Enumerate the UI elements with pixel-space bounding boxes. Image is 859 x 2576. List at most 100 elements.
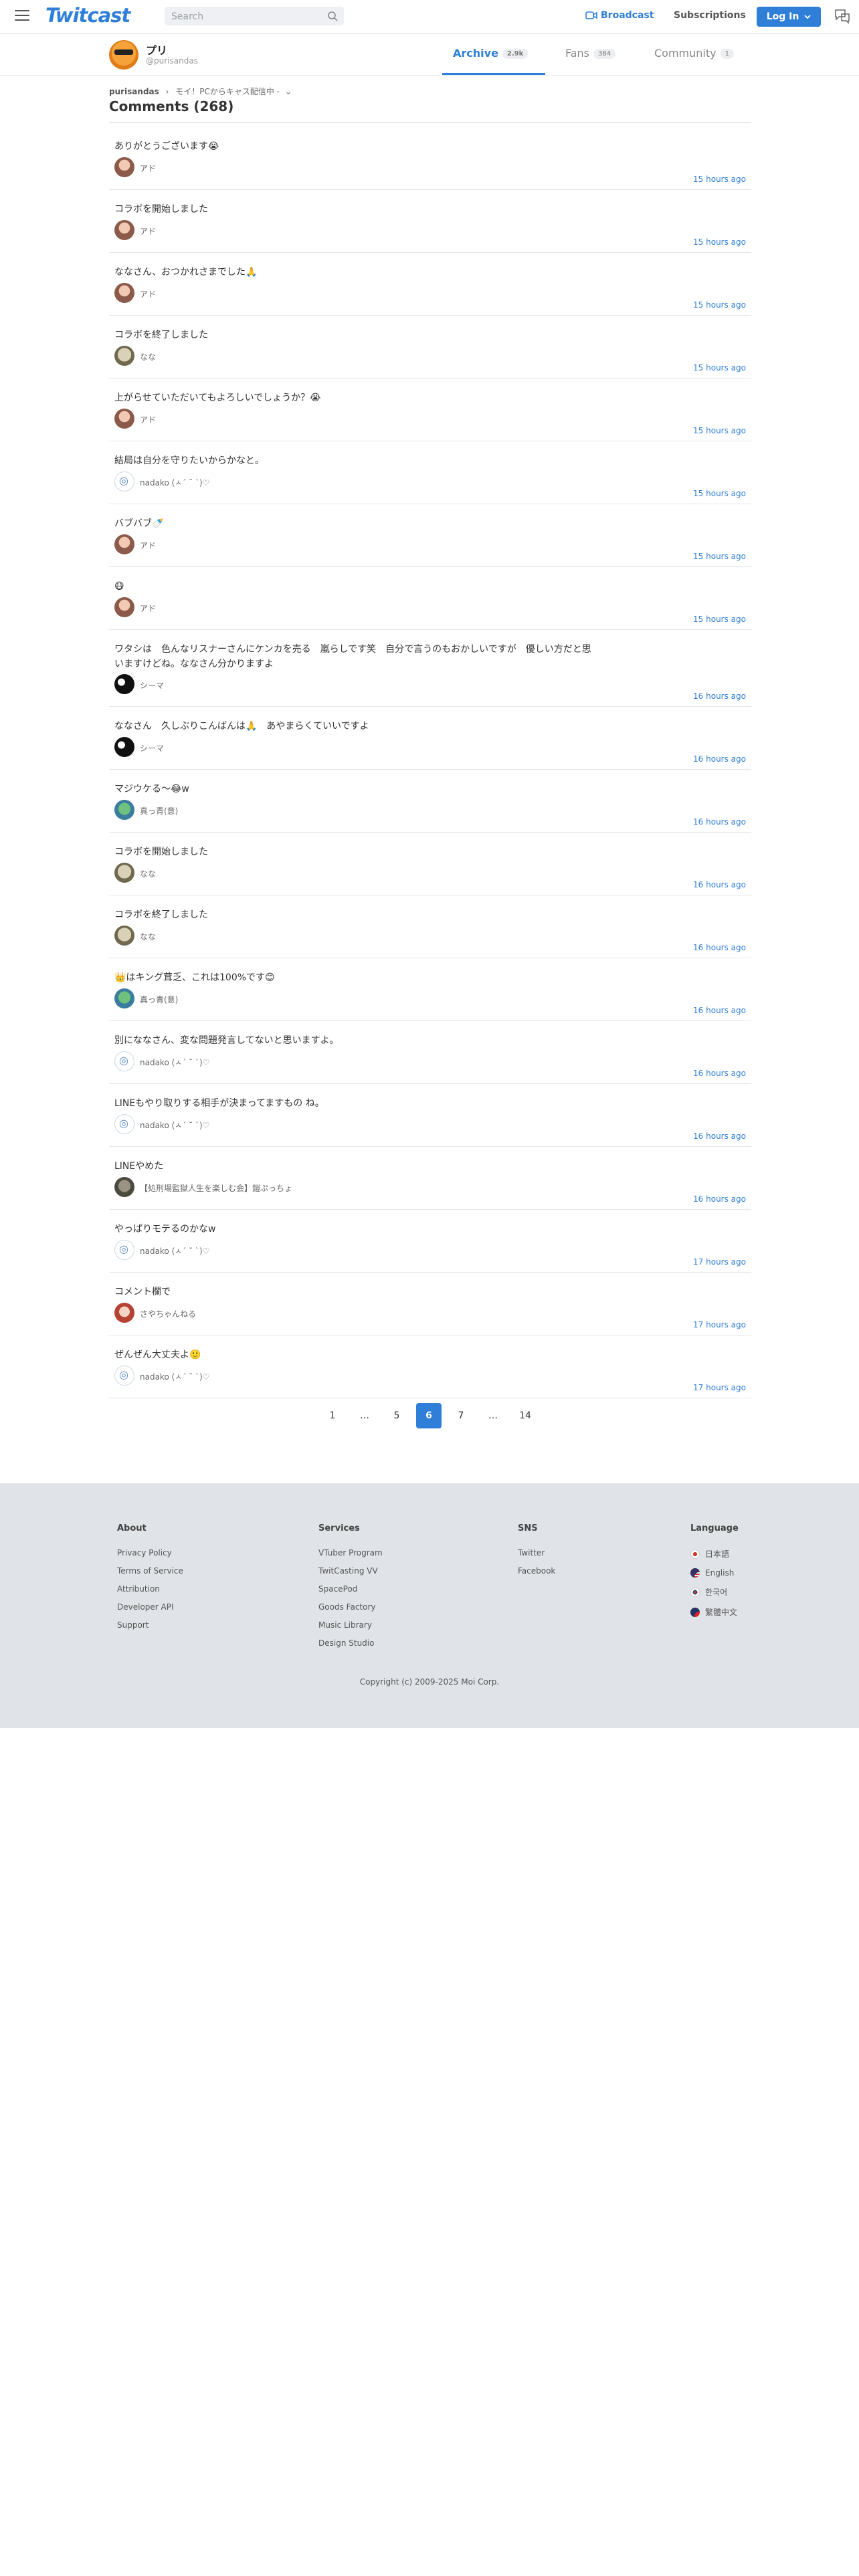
commenter-avatar[interactable] [114, 926, 134, 946]
commenter-avatar[interactable] [114, 1303, 134, 1323]
footer-link-twitter[interactable]: Twitter [518, 1548, 555, 1558]
commenter-name[interactable]: nadako (ㅅ´ ˘ `)♡ [140, 1119, 209, 1131]
language-japanese[interactable]: 日本語 [690, 1548, 739, 1560]
search-icon[interactable] [327, 11, 338, 21]
commenter-name[interactable]: アド [140, 540, 156, 551]
commenter-name[interactable]: アド [140, 225, 156, 237]
comment-item: マジウケる〜😂w 真っ青(意) 16 hours ago [109, 770, 751, 833]
commenter-avatar[interactable] [114, 471, 134, 492]
commenter-name[interactable]: 真っ青(意) [140, 994, 178, 1005]
page-button[interactable]: 14 [512, 1403, 538, 1428]
commenter-avatar[interactable] [114, 1177, 134, 1197]
footer-link-facebook[interactable]: Facebook [518, 1566, 555, 1576]
user-avatar[interactable] [109, 40, 138, 70]
commenter-avatar[interactable] [114, 283, 134, 303]
commenter-avatar[interactable] [114, 346, 134, 366]
chevron-down-icon[interactable]: ⌄ [285, 87, 292, 96]
page-button[interactable]: 1 [320, 1403, 345, 1428]
commenter-avatar[interactable] [114, 534, 134, 554]
footer-link-spacepod[interactable]: SpacePod [318, 1584, 383, 1594]
site-logo[interactable]: Twitcast [45, 4, 130, 27]
footer-link-music[interactable]: Music Library [318, 1620, 383, 1630]
help-chat-icon[interactable] [834, 8, 851, 24]
footer-link-vtuber[interactable]: VTuber Program [318, 1548, 383, 1558]
comment-timestamp[interactable]: 16 hours ago [693, 754, 746, 764]
commenter-avatar[interactable] [114, 157, 134, 177]
comment-timestamp[interactable]: 16 hours ago [693, 691, 746, 701]
comment-timestamp[interactable]: 15 hours ago [693, 363, 746, 372]
commenter-avatar[interactable] [114, 409, 134, 429]
commenter-name[interactable]: nadako (ㅅ´ ˘ `)♡ [140, 1245, 209, 1257]
comment-timestamp[interactable]: 15 hours ago [693, 489, 746, 498]
commenter-avatar[interactable] [114, 737, 134, 757]
comment-timestamp[interactable]: 17 hours ago [693, 1320, 746, 1329]
commenter-name[interactable]: シーマ [140, 742, 164, 754]
user-name[interactable]: プリ [146, 41, 167, 58]
commenter-avatar[interactable] [114, 1114, 134, 1134]
comment-timestamp[interactable]: 15 hours ago [693, 300, 746, 310]
comment-timestamp[interactable]: 16 hours ago [693, 1069, 746, 1078]
commenter-name[interactable]: なな [140, 351, 156, 362]
tab-fans[interactable]: Fans 384 [565, 47, 616, 60]
commenter-name[interactable]: シーマ [140, 679, 164, 691]
footer-link-attribution[interactable]: Attribution [117, 1584, 183, 1594]
footer-link-support[interactable]: Support [117, 1620, 183, 1630]
footer-link-goods[interactable]: Goods Factory [318, 1602, 383, 1612]
breadcrumb-user[interactable]: purisandas [109, 87, 159, 96]
commenter-name[interactable]: 真っ青(意) [140, 805, 178, 817]
comment-timestamp[interactable]: 15 hours ago [693, 552, 746, 561]
commenter-name[interactable]: アド [140, 288, 156, 300]
comment-timestamp[interactable]: 15 hours ago [693, 175, 746, 184]
commenter-avatar[interactable] [114, 863, 134, 883]
footer-link-terms[interactable]: Terms of Service [117, 1566, 183, 1576]
commenter-avatar[interactable] [114, 1051, 134, 1071]
commenter-avatar[interactable] [114, 1366, 134, 1386]
comment-timestamp[interactable]: 16 hours ago [693, 1006, 746, 1015]
commenter-avatar[interactable] [114, 674, 134, 694]
comment-timestamp[interactable]: 16 hours ago [693, 1132, 746, 1141]
login-button[interactable]: Log In [757, 7, 821, 27]
comment-timestamp[interactable]: 16 hours ago [693, 817, 746, 827]
commenter-avatar[interactable] [114, 800, 134, 820]
footer-link-api[interactable]: Developer API [117, 1602, 183, 1612]
tab-community[interactable]: Community 1 [654, 47, 734, 60]
comment-timestamp[interactable]: 16 hours ago [693, 1194, 746, 1204]
comment-timestamp[interactable]: 15 hours ago [693, 615, 746, 624]
commenter-avatar[interactable] [114, 597, 134, 617]
subscriptions-link[interactable]: Subscriptions [674, 10, 746, 21]
commenter-name[interactable]: なな [140, 868, 156, 879]
commenter-avatar[interactable] [114, 1240, 134, 1260]
footer-link-vv[interactable]: TwitCasting VV [318, 1566, 383, 1576]
commenter-name[interactable]: さやちゃんねる [140, 1308, 196, 1319]
commenter-avatar[interactable] [114, 220, 134, 240]
comment-text: コメント欄で [114, 1287, 171, 1297]
search-input[interactable] [165, 7, 320, 27]
page-button[interactable]: 5 [384, 1403, 409, 1428]
comment-timestamp[interactable]: 15 hours ago [693, 237, 746, 247]
language-korean[interactable]: 한국어 [690, 1586, 739, 1598]
commenter-name[interactable]: nadako (ㅅ´ ˘ `)♡ [140, 477, 209, 488]
page-button[interactable]: 7 [448, 1403, 474, 1428]
commenter-avatar[interactable] [114, 988, 134, 1008]
broadcast-button[interactable]: Broadcast [585, 10, 654, 21]
language-chinese[interactable]: 繁體中文 [690, 1606, 739, 1618]
commenter-name[interactable]: なな [140, 931, 156, 942]
comment-timestamp[interactable]: 17 hours ago [693, 1383, 746, 1392]
footer-link-privacy[interactable]: Privacy Policy [117, 1548, 183, 1558]
language-english[interactable]: English [690, 1568, 739, 1578]
breadcrumb-title[interactable]: モイ！PCからキャス配信中 - [175, 87, 280, 96]
commenter-name[interactable]: アド [140, 163, 156, 174]
tab-archive[interactable]: Archive 2.9k [453, 47, 529, 60]
comment-timestamp[interactable]: 16 hours ago [693, 880, 746, 889]
commenter-name[interactable]: nadako (ㅅ´ ˘ `)♡ [140, 1057, 209, 1068]
commenter-name[interactable]: アド [140, 603, 156, 614]
footer-link-design[interactable]: Design Studio [318, 1638, 383, 1648]
comment-timestamp[interactable]: 17 hours ago [693, 1257, 746, 1267]
page-button[interactable]: 6 [416, 1403, 442, 1428]
comment-timestamp[interactable]: 16 hours ago [693, 943, 746, 952]
comment-timestamp[interactable]: 15 hours ago [693, 426, 746, 435]
commenter-name[interactable]: nadako (ㅅ´ ˘ `)♡ [140, 1371, 209, 1382]
commenter-name[interactable]: 【処刑場監獄人生を楽しむ会】鎧ぷっちょ [140, 1182, 292, 1194]
commenter-name[interactable]: アド [140, 414, 156, 425]
hamburger-menu-icon[interactable] [15, 10, 29, 22]
